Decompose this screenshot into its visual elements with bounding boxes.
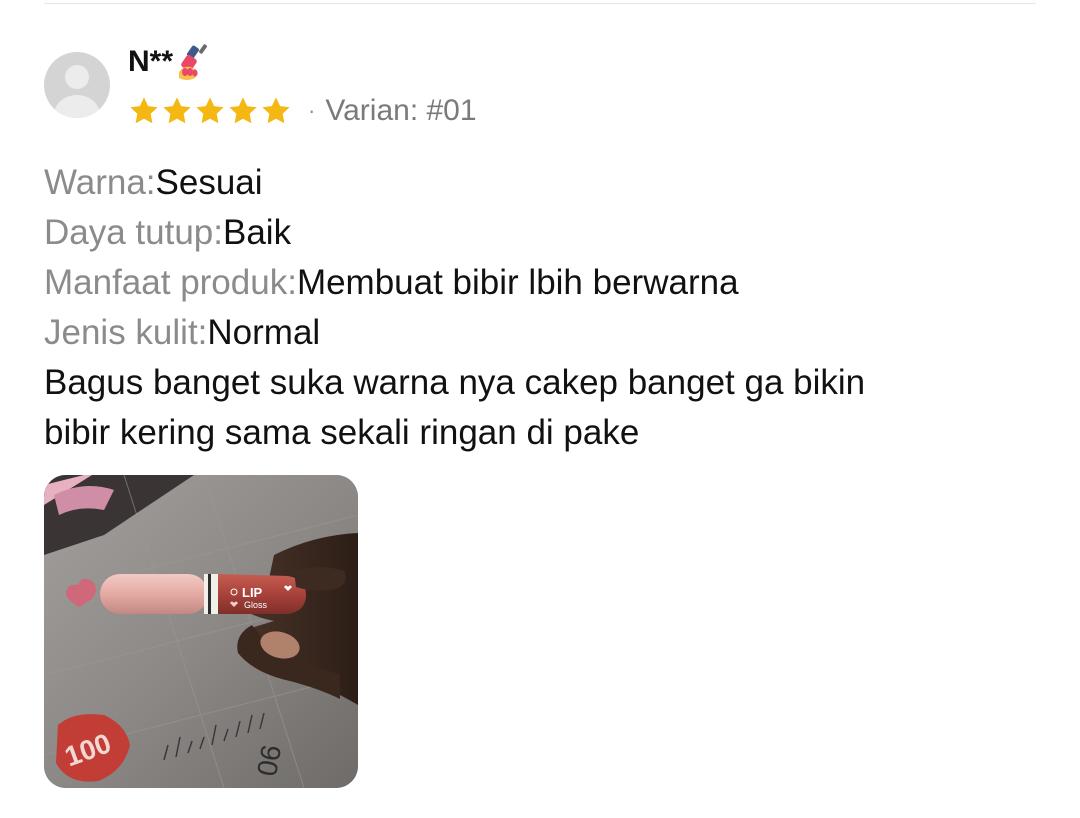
review-photo-image: 90 100 LIP Gloss: [44, 475, 358, 788]
attribute-coverage: Daya tutup:Baik: [44, 208, 739, 258]
product-label-gloss: Gloss: [244, 600, 268, 610]
attribute-label: Warna:: [44, 163, 156, 202]
attribute-value: Sesuai: [155, 163, 263, 202]
avatar-head: [65, 65, 89, 89]
star-icon: [163, 97, 191, 124]
rating-row: · Varian: #01: [128, 92, 477, 130]
nail-polish-emoji-icon: [175, 42, 215, 82]
star-icon: [196, 97, 224, 124]
reviewer-name: N**: [128, 42, 215, 82]
attribute-value: Normal: [207, 313, 321, 352]
star-icon: [130, 97, 158, 124]
attribute-skin-type: Jenis kulit:Normal: [44, 308, 739, 358]
review-photo[interactable]: 90 100 LIP Gloss: [44, 475, 358, 788]
attribute-value: Baik: [223, 213, 292, 252]
top-divider: [44, 3, 1036, 4]
product-label-lip: LIP: [242, 585, 263, 600]
review-comment-line: bibir kering sama sekali ringan di pake: [44, 413, 640, 452]
attribute-label: Manfaat produk:: [44, 263, 297, 302]
avatar-shoulders: [54, 95, 100, 118]
attribute-label: Jenis kulit:: [44, 313, 208, 352]
ruler-number: 90: [251, 742, 287, 778]
separator-dot: ·: [308, 98, 316, 123]
avatar[interactable]: [44, 52, 110, 118]
attribute-color: Warna:Sesuai: [44, 158, 739, 208]
star-icon: [262, 97, 290, 124]
attribute-label: Daya tutup:: [44, 213, 223, 252]
attribute-value: Membuat bibir lbih berwarna: [296, 263, 739, 302]
reviewer-name-text: N**: [128, 45, 174, 78]
variant-label: Varian: #01: [325, 94, 477, 127]
attribute-list: Warna:Sesuai Daya tutup:Baik Manfaat pro…: [44, 158, 739, 358]
review-comment-line: Bagus banget suka warna nya cakep banget…: [44, 363, 866, 402]
attribute-benefit: Manfaat produk:Membuat bibir lbih berwar…: [44, 258, 739, 308]
star-icon: [229, 97, 257, 124]
review-comment: Bagus banget suka warna nya cakep banget…: [44, 358, 1024, 458]
star-rating: [128, 95, 292, 127]
